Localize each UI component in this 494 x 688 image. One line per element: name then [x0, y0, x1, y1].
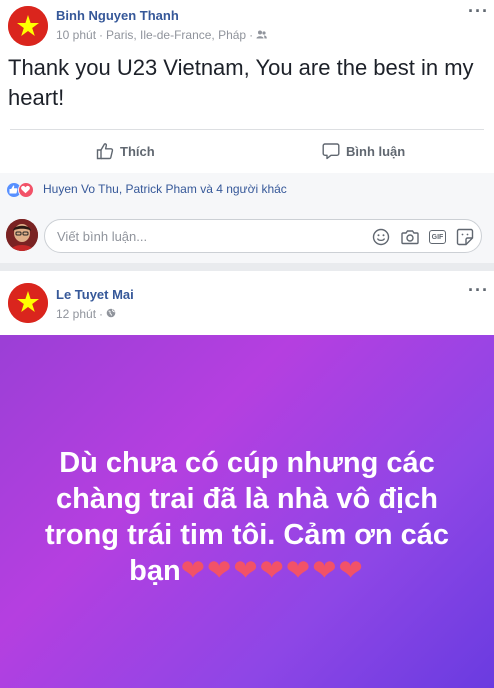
- comment-composer: Viết bình luận... GIF: [0, 207, 494, 263]
- heart-emoji-icon: ❤❤❤❤❤❤❤: [180, 555, 365, 587]
- text-background-post: Dù chưa có cúp nhưng các chàng trai đã l…: [0, 335, 494, 688]
- author-name[interactable]: Le Tuyet Mai: [56, 287, 134, 302]
- comment-input[interactable]: Viết bình luận... GIF: [44, 219, 482, 253]
- post-time[interactable]: 12 phút: [56, 307, 96, 321]
- reactions-summary[interactable]: Huyen Vo Thu, Patrick Pham và 4 người kh…: [43, 182, 287, 196]
- comment-label: Bình luận: [346, 143, 406, 159]
- comment-tools: GIF: [371, 227, 475, 247]
- post-meta: 12 phút ·: [56, 307, 116, 321]
- more-options-icon[interactable]: ···: [468, 2, 489, 20]
- camera-icon[interactable]: [400, 227, 420, 247]
- like-button[interactable]: Thích: [96, 140, 155, 162]
- reaction-icons: [6, 182, 40, 198]
- author-name[interactable]: Binh Nguyen Thanh: [56, 8, 179, 23]
- comment-button[interactable]: Bình luận: [322, 140, 405, 162]
- divider: [10, 129, 484, 130]
- post-card-1: Binh Nguyen Thanh 10 phút · Paris, Ile-de-…: [0, 0, 494, 263]
- user-avatar[interactable]: [6, 219, 38, 251]
- post-location[interactable]: Paris, Ile-de-France, Pháp: [106, 28, 246, 42]
- author-avatar[interactable]: [8, 6, 48, 46]
- author-avatar[interactable]: [8, 283, 48, 323]
- sticker-icon[interactable]: [455, 227, 475, 247]
- friends-icon: [256, 30, 267, 39]
- banner-text: Dù chưa có cúp nhưng các chàng trai đã l…: [22, 445, 472, 589]
- vietnam-flag-icon: [8, 6, 48, 46]
- post-time[interactable]: 10 phút: [56, 28, 96, 42]
- reactions-bar[interactable]: Huyen Vo Thu, Patrick Pham và 4 người kh…: [0, 173, 494, 207]
- thumbs-up-icon: [96, 143, 114, 160]
- post-meta: 10 phút · Paris, Ile-de-France, Pháp ·: [56, 28, 267, 42]
- post-card-2: Le Tuyet Mai 12 phút · ··· Dù chưa có cúp…: [0, 271, 494, 688]
- comment-placeholder: Viết bình luận...: [57, 229, 148, 244]
- comment-icon: [322, 143, 340, 160]
- gif-icon[interactable]: GIF: [429, 230, 446, 244]
- vietnam-flag-icon: [8, 283, 48, 323]
- post-text: Thank you U23 Vietnam, You are the best …: [8, 55, 474, 110]
- more-options-icon[interactable]: ···: [468, 281, 489, 299]
- user-photo-icon: [6, 219, 38, 251]
- globe-icon: [106, 308, 116, 318]
- emoji-icon[interactable]: [371, 227, 391, 247]
- like-label: Thích: [120, 143, 155, 159]
- love-reaction-icon: [18, 182, 34, 198]
